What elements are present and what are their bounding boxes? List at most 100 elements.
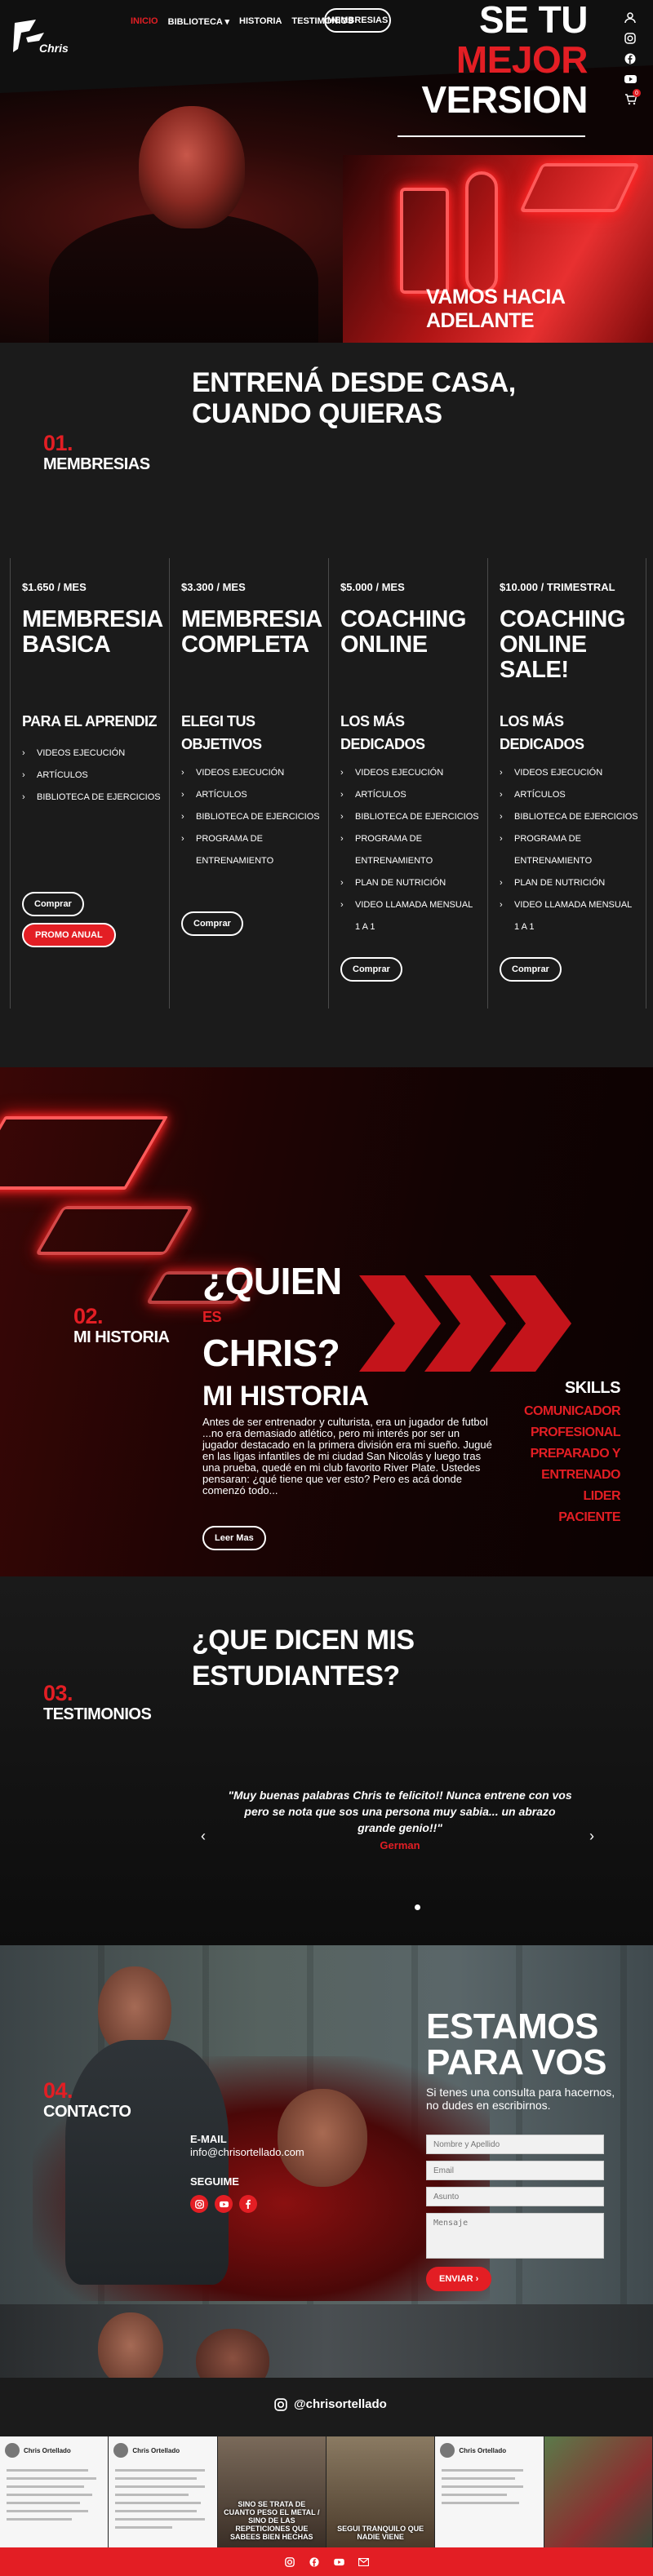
- feature-item: › ARTÍCULOS: [500, 784, 638, 806]
- plan-card-coaching-sale: $10.000 / TRIMESTRAL COACHING ONLINE SALE!…: [487, 558, 646, 1009]
- feature-item: › ARTÍCULOS: [340, 784, 479, 806]
- feature-label: BIBLIOTECA DE EJERCICIOS: [37, 792, 161, 802]
- carousel-dot[interactable]: [415, 1904, 420, 1910]
- feature-item: › PLAN DE NUTRICIÓN: [340, 872, 479, 894]
- avatar: [113, 2443, 129, 2458]
- instagram-icon[interactable]: [190, 2195, 208, 2213]
- plan-audience-line: DEDICADOS: [340, 736, 425, 752]
- feature-item: › PLAN DE NUTRICIÓN: [500, 872, 638, 894]
- contact-social-icons: [190, 2195, 257, 2213]
- send-button[interactable]: ENVIAR ›: [426, 2267, 492, 2291]
- nav-biblioteca[interactable]: BIBLIOTECA ▾: [168, 16, 229, 27]
- header-icons: 0: [618, 11, 642, 106]
- feature-label: PROGRAMA DE ENTRENAMIENTO: [514, 834, 593, 866]
- plan-name-line: ONLINE: [340, 632, 428, 658]
- chevron-right-icon: ›: [340, 790, 344, 800]
- feed-post[interactable]: [544, 2436, 653, 2547]
- name-field[interactable]: [426, 2135, 604, 2154]
- arrow-right-icon: ›: [475, 2274, 479, 2284]
- plan-name-line: MEMBRESIA: [181, 606, 322, 632]
- history-subtitle: MI HISTORIA: [202, 1381, 369, 1412]
- feature-item: › VIDEOS EJECUCIÓN: [340, 762, 479, 784]
- promo-anual-button[interactable]: PROMO ANUAL: [22, 923, 116, 947]
- plan-name: MEMBRESIA COMPLETA: [181, 607, 322, 658]
- mail-icon[interactable]: [358, 2556, 369, 2568]
- email-field[interactable]: [426, 2161, 604, 2180]
- buy-button[interactable]: Comprar: [340, 957, 402, 982]
- plan-features: › VIDEOS EJECUCIÓN › ARTÍCULOS › BIBLIOTECA…: [181, 762, 320, 872]
- feature-item: › VIDEO LLAMADA MENSUAL 1 A 1: [500, 894, 638, 938]
- nav-inicio[interactable]: INICIO: [131, 16, 158, 26]
- feed-post[interactable]: Chris Ortellado: [435, 2436, 544, 2547]
- skill-item: PACIENTE: [558, 1510, 620, 1524]
- instagram-handle[interactable]: @chrisortellado: [274, 2397, 387, 2411]
- nav-historia[interactable]: HISTORIA: [239, 16, 282, 26]
- chevron-right-icon: ›: [500, 834, 503, 844]
- section1-number: 01.: [43, 431, 73, 455]
- buy-button[interactable]: Comprar: [181, 911, 243, 936]
- facebook-icon[interactable]: [624, 52, 637, 65]
- plan-audience-line: ELEGI TUS: [181, 713, 255, 729]
- plan-audience-line: OBJETIVOS: [181, 736, 262, 752]
- subject-field[interactable]: [426, 2187, 604, 2206]
- instagram-icon[interactable]: [624, 32, 637, 45]
- feature-item: › BIBLIOTECA DE EJERCICIOS: [500, 806, 638, 828]
- user-icon[interactable]: [624, 11, 637, 24]
- logo[interactable]: Chris: [11, 16, 69, 57]
- buy-button[interactable]: Comprar: [22, 892, 84, 916]
- hero-title-line2: MEJOR: [455, 38, 589, 81]
- buy-button[interactable]: Comprar: [500, 957, 562, 982]
- email-link[interactable]: info@chrisortellado.com: [190, 2146, 304, 2158]
- post-user: Chris Ortellado: [132, 2446, 180, 2454]
- facebook-icon[interactable]: [309, 2556, 320, 2568]
- membresias-button[interactable]: MEMBRESIAS: [324, 8, 391, 33]
- feature-label: ARTÍCULOS: [355, 790, 406, 800]
- chevron-right-icon: ›: [340, 768, 344, 778]
- message-field[interactable]: [426, 2213, 604, 2259]
- plan-card-basica: $1.650 / MES MEMBRESIA BASICA PARA EL APR…: [10, 558, 169, 1009]
- hero-title: SE TU MEJOR VERSION: [384, 0, 588, 120]
- youtube-icon[interactable]: [333, 2556, 344, 2568]
- athlete-head: [278, 2089, 367, 2187]
- feed-post[interactable]: Chris Ortellado: [0, 2436, 109, 2547]
- feature-label: ARTÍCULOS: [196, 790, 247, 800]
- youtube-icon[interactable]: [624, 73, 637, 86]
- plan-price: $3.300 / MES: [181, 581, 246, 593]
- feature-item: › PROGRAMA DE ENTRENAMIENTO: [340, 828, 479, 872]
- plan-name-line: SALE!: [500, 657, 569, 683]
- youtube-icon[interactable]: [215, 2195, 233, 2213]
- section2-label: MI HISTORIA: [73, 1328, 170, 1346]
- carousel-prev-icon[interactable]: ‹: [201, 1828, 206, 1845]
- plan-audience: PARA EL APRENDIZ: [22, 713, 158, 729]
- carousel-next-icon[interactable]: ›: [589, 1828, 594, 1845]
- facebook-icon[interactable]: [239, 2195, 257, 2213]
- logo-text: Chris: [39, 42, 69, 55]
- plan-audience: ELEGI TUS OBJETIVOS: [181, 710, 262, 756]
- chevron-right-icon: ›: [340, 878, 344, 888]
- feed-post[interactable]: Chris Ortellado: [109, 2436, 218, 2547]
- instagram-handle-text: @chrisortellado: [294, 2397, 387, 2411]
- chevron-right-icon: ›: [500, 900, 503, 910]
- instagram-icon[interactable]: [284, 2556, 295, 2568]
- feature-item: › VIDEOS EJECUCIÓN: [22, 743, 161, 765]
- feature-item: › PROGRAMA DE ENTRENAMIENTO: [181, 828, 320, 872]
- feed-post[interactable]: SEGUI TRANQUILO QUE NADIE VIENE: [326, 2436, 436, 2547]
- leer-mas-button[interactable]: Leer Mas: [202, 1526, 266, 1550]
- chevron-right-icon: ›: [340, 900, 344, 910]
- cart-icon[interactable]: 0: [624, 89, 641, 106]
- plan-features: › VIDEOS EJECUCIÓN › ARTÍCULOS › BIBLIOTECA…: [22, 743, 161, 809]
- feature-item: › VIDEO LLAMADA MENSUAL 1 A 1: [340, 894, 479, 938]
- section1-label: MEMBRESIAS: [43, 455, 150, 473]
- section2-title-es: ES: [202, 1309, 222, 1325]
- plan-price: $10.000 / TRIMESTRAL: [500, 581, 615, 593]
- feature-label: ARTÍCULOS: [37, 770, 88, 780]
- follow-label: SEGUIME: [190, 2175, 239, 2188]
- email-label: E-MAIL: [190, 2133, 227, 2145]
- feature-item: › VIDEOS EJECUCIÓN: [500, 762, 638, 784]
- section2-number: 02.: [73, 1304, 104, 1328]
- contact-subtitle: Si tenes una consulta para hacernos, no …: [426, 2086, 615, 2112]
- feature-label: PROGRAMA DE ENTRENAMIENTO: [355, 834, 433, 866]
- feed-post[interactable]: SINO SE TRATA DE CUANTO PESO EL METAL / …: [217, 2436, 326, 2547]
- testimonial-author: German: [380, 1839, 420, 1851]
- plan-card-coaching: $5.000 / MES COACHING ONLINE LOS MÁS DEDIC…: [328, 558, 487, 1009]
